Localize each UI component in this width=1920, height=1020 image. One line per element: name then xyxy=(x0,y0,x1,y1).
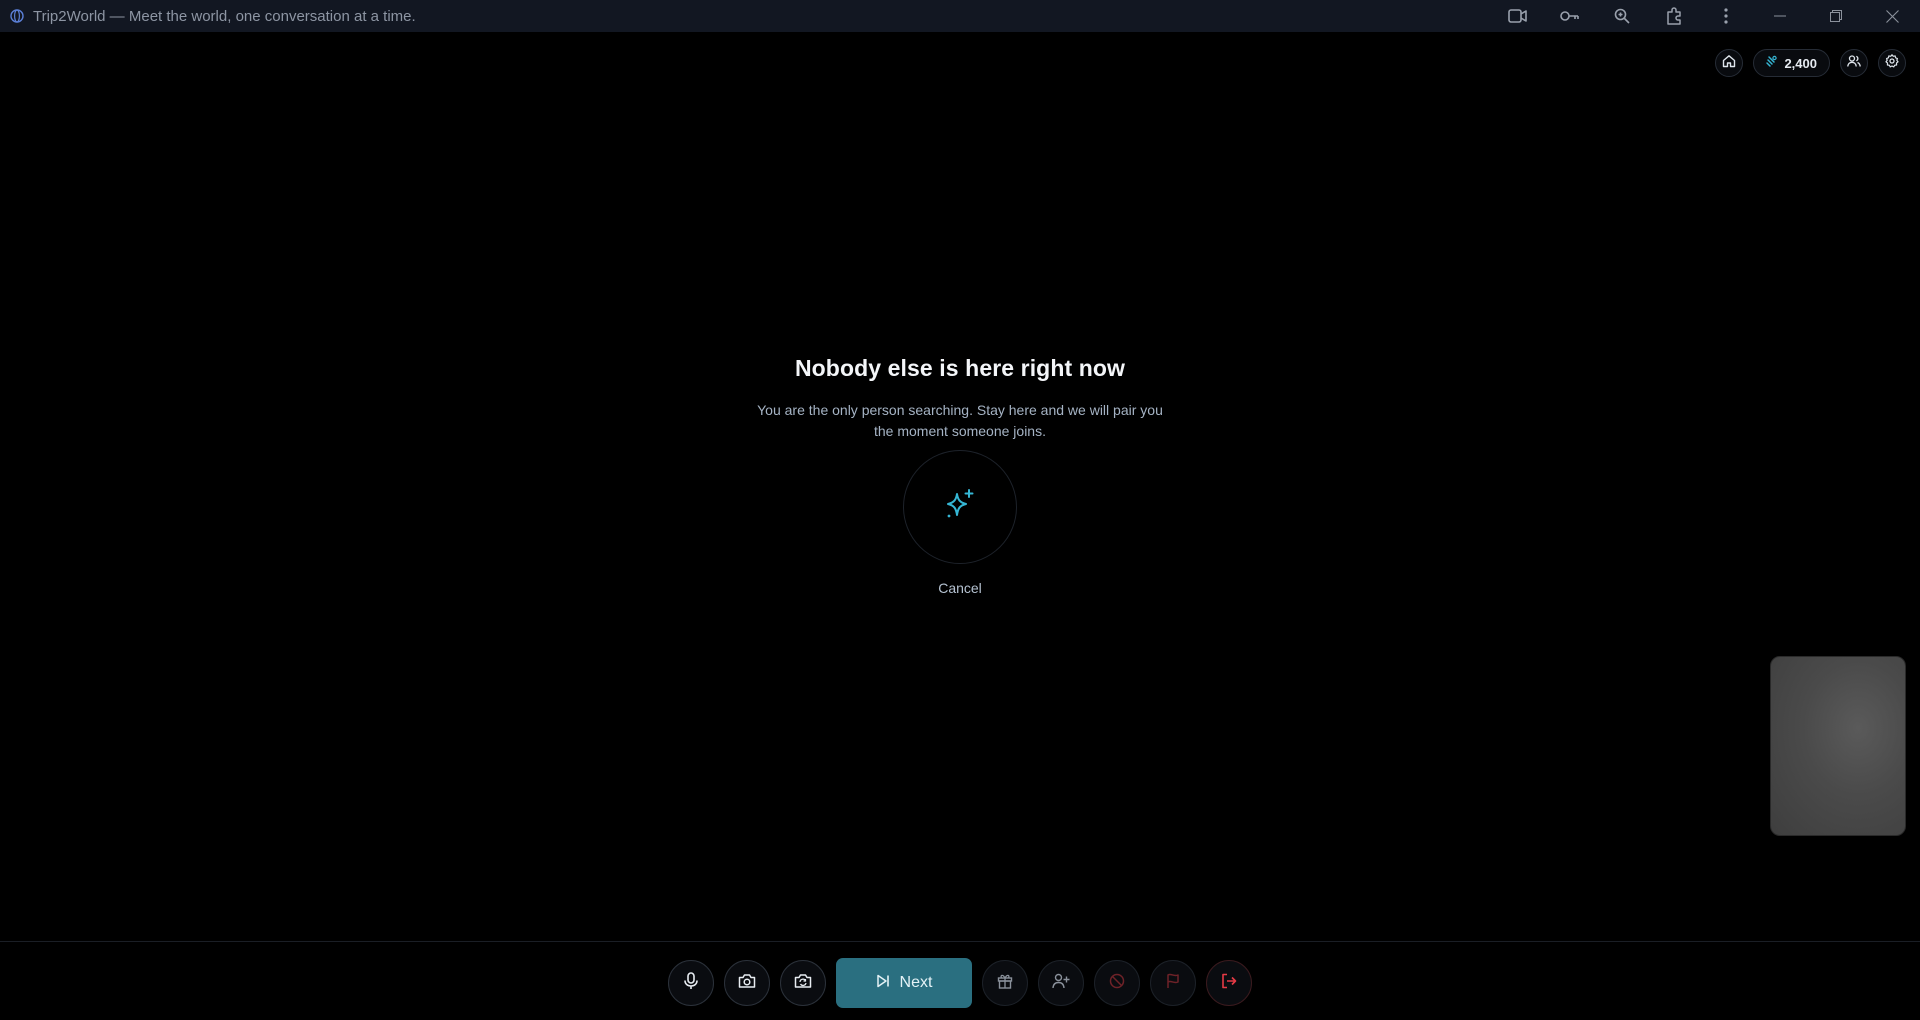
status-headline: Nobody else is here right now xyxy=(794,355,1126,381)
call-controls-bar: Next xyxy=(0,941,1920,1020)
report-flag-icon xyxy=(1166,973,1180,994)
more-icon[interactable] xyxy=(1700,0,1752,32)
skip-icon xyxy=(876,974,890,993)
credits-count: 2,400 xyxy=(1784,55,1817,71)
window-titlebar: Trip2World — Meet the world, one convers… xyxy=(0,0,1920,32)
next-button[interactable]: Next xyxy=(836,958,972,1008)
globe-icon xyxy=(10,9,24,23)
self-camera-preview[interactable] xyxy=(1770,656,1906,836)
settings-button[interactable] xyxy=(1878,49,1906,77)
sparkles-icon xyxy=(943,488,977,527)
gift-icon xyxy=(997,973,1013,994)
switch-camera-button[interactable] xyxy=(780,960,826,1006)
close-icon[interactable] xyxy=(1864,0,1920,32)
searching-panel: Nobody else is here right now You are th… xyxy=(0,355,1920,596)
settings-icon xyxy=(1885,53,1899,73)
zoom-icon[interactable] xyxy=(1596,0,1648,32)
searching-indicator xyxy=(903,450,1017,564)
credits-badge[interactable]: 2,400 xyxy=(1753,49,1830,77)
minimize-icon[interactable] xyxy=(1752,0,1808,32)
switch-camera-icon xyxy=(794,973,812,994)
cancel-search-button[interactable]: Cancel xyxy=(938,580,982,596)
friends-icon xyxy=(1847,54,1861,73)
block-button[interactable] xyxy=(1094,960,1140,1006)
status-message: You are the only person searching. Stay … xyxy=(757,402,1163,439)
key-icon[interactable] xyxy=(1544,0,1596,32)
report-button[interactable] xyxy=(1150,960,1196,1006)
camera-button[interactable] xyxy=(724,960,770,1006)
microphone-button[interactable] xyxy=(668,960,714,1006)
next-label: Next xyxy=(899,974,933,991)
add-friend-button[interactable] xyxy=(1038,960,1084,1006)
extensions-icon[interactable] xyxy=(1648,0,1700,32)
restore-icon[interactable] xyxy=(1808,0,1864,32)
home-icon xyxy=(1722,54,1736,73)
leave-icon xyxy=(1221,973,1237,994)
gift-button[interactable] xyxy=(982,960,1028,1006)
leave-button[interactable] xyxy=(1206,960,1252,1006)
camera-icon xyxy=(738,973,756,994)
microphone-icon xyxy=(683,971,699,995)
home-button[interactable] xyxy=(1715,49,1744,77)
credits-icon xyxy=(1765,55,1778,71)
add-friend-icon xyxy=(1052,973,1070,994)
window-title: Trip2World — Meet the world, one convers… xyxy=(33,7,416,25)
video-icon[interactable] xyxy=(1492,0,1544,32)
top-nav: 2,400 xyxy=(1715,49,1906,77)
block-icon xyxy=(1109,973,1125,994)
friends-button[interactable] xyxy=(1840,49,1868,77)
